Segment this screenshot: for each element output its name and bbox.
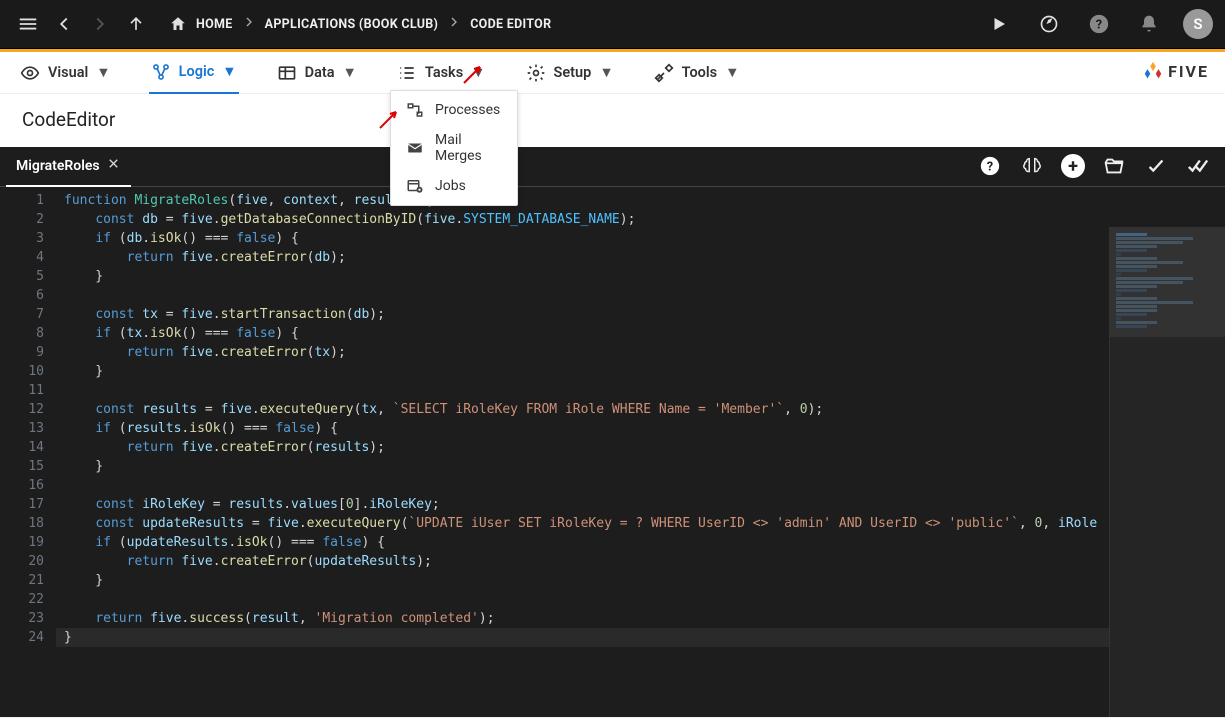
bell-icon[interactable] xyxy=(1133,8,1165,40)
line-gutter: 123456789101112131415161718192021222324 xyxy=(0,187,56,717)
topbar: HOME APPLICATIONS (BOOK CLUB) CODE EDITO… xyxy=(0,0,1225,49)
caret-down-icon: ▼ xyxy=(343,64,357,81)
menubar: Visual ▼ Logic ▼ Data ▼ Tasks ▼ Setup ▼ … xyxy=(0,52,1225,94)
check-icon[interactable] xyxy=(1143,153,1169,179)
brain-icon[interactable] xyxy=(1019,153,1045,179)
editor-tabs: MigrateRoles ? + xyxy=(0,147,1225,187)
editor-tab[interactable]: MigrateRoles xyxy=(6,147,131,187)
menu-label: Visual xyxy=(48,64,88,81)
run-icon[interactable] xyxy=(983,8,1015,40)
breadcrumb: HOME APPLICATIONS (BOOK CLUB) CODE EDITO… xyxy=(168,8,551,40)
menu-label: Tasks xyxy=(425,64,463,81)
forward-icon xyxy=(84,8,116,40)
gear-icon xyxy=(526,63,546,83)
mail-icon xyxy=(405,139,425,157)
flow-icon xyxy=(151,62,171,82)
chevron-right-icon xyxy=(241,14,257,34)
breadcrumb-code-editor[interactable]: CODE EDITOR xyxy=(470,17,551,32)
caret-down-icon: ▼ xyxy=(599,64,613,81)
caret-down-icon: ▼ xyxy=(725,64,739,81)
check-all-icon[interactable] xyxy=(1185,153,1211,179)
page-title: CodeEditor xyxy=(0,94,1225,147)
explore-icon[interactable] xyxy=(1033,8,1065,40)
logo-text: FIVE xyxy=(1168,62,1209,81)
menu-label: Data xyxy=(305,64,335,81)
dropdown-label: Processes xyxy=(435,102,500,118)
avatar[interactable]: S xyxy=(1183,9,1213,39)
svg-text:?: ? xyxy=(1096,18,1102,33)
dropdown-item-processes[interactable]: Processes xyxy=(391,91,517,129)
home-icon[interactable] xyxy=(168,8,188,40)
menu-label: Tools xyxy=(682,64,717,81)
tab-label: MigrateRoles xyxy=(16,158,100,174)
hamburger-icon[interactable] xyxy=(12,8,44,40)
logo-icon xyxy=(1142,60,1164,82)
caret-down-icon: ▼ xyxy=(96,64,110,81)
minimap[interactable] xyxy=(1109,227,1225,717)
up-icon[interactable] xyxy=(120,8,152,40)
add-button[interactable]: + xyxy=(1061,154,1085,178)
menu-logic[interactable]: Logic ▼ xyxy=(149,52,239,94)
code-content[interactable]: function MigrateRoles(five, context, res… xyxy=(56,187,1225,717)
menu-tools[interactable]: Tools ▼ xyxy=(652,52,742,94)
editor-actions: ? + xyxy=(977,153,1211,179)
back-icon[interactable] xyxy=(48,8,80,40)
calendar-gear-icon xyxy=(405,177,425,195)
logo: FIVE xyxy=(1142,60,1209,82)
menu-setup[interactable]: Setup ▼ xyxy=(524,52,616,94)
chevron-right-icon xyxy=(446,14,462,34)
editor: MigrateRoles ? + 12345678910111213141516… xyxy=(0,147,1225,717)
svg-text:?: ? xyxy=(987,160,993,175)
caret-down-icon: ▼ xyxy=(471,64,485,81)
eye-icon xyxy=(20,63,40,83)
table-icon xyxy=(277,63,297,83)
dropdown-label: Jobs xyxy=(435,178,466,194)
help-icon[interactable]: ? xyxy=(977,153,1003,179)
menu-tasks[interactable]: Tasks ▼ xyxy=(395,52,488,94)
breadcrumb-applications[interactable]: APPLICATIONS (BOOK CLUB) xyxy=(265,17,439,32)
dropdown-item-mail-merges[interactable]: Mail Merges xyxy=(391,129,517,167)
close-icon[interactable] xyxy=(106,156,121,175)
breadcrumb-home[interactable]: HOME xyxy=(196,17,233,32)
dropdown-label: Mail Merges xyxy=(435,132,503,164)
menu-visual[interactable]: Visual ▼ xyxy=(18,52,113,94)
menu-label: Logic xyxy=(179,63,215,80)
open-icon[interactable] xyxy=(1101,153,1127,179)
process-icon xyxy=(405,101,425,119)
dropdown-item-jobs[interactable]: Jobs xyxy=(391,167,517,205)
code-area[interactable]: 123456789101112131415161718192021222324 … xyxy=(0,187,1225,717)
help-icon[interactable]: ? xyxy=(1083,8,1115,40)
tasks-dropdown: Processes Mail Merges Jobs xyxy=(390,90,518,206)
wrench-icon xyxy=(654,63,674,83)
caret-down-icon: ▼ xyxy=(222,63,236,80)
menu-data[interactable]: Data ▼ xyxy=(275,52,359,94)
menu-label: Setup xyxy=(554,64,592,81)
list-icon xyxy=(397,63,417,83)
